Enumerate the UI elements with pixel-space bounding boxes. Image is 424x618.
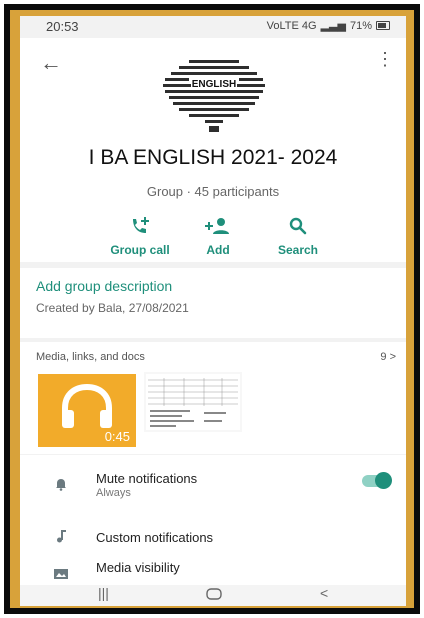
mute-notifications-row[interactable]: Mute notifications Always bbox=[20, 469, 406, 503]
group-call-label: Group call bbox=[110, 243, 170, 257]
group-title: I BA ENGLISH 2021- 2024 bbox=[88, 146, 338, 169]
person-add-icon bbox=[178, 214, 258, 238]
image-icon bbox=[54, 569, 68, 579]
status-bar: 20:53 VoLTE 4G ▂▃▅ 71% bbox=[20, 16, 406, 38]
custom-notifications-row[interactable]: Custom notifications bbox=[20, 521, 406, 555]
group-participants: Group · 45 participants bbox=[146, 184, 280, 199]
action-row: Group call Add Search bbox=[20, 214, 406, 258]
battery-percent: 71% bbox=[349, 19, 372, 32]
svg-text:ENGLISH: ENGLISH bbox=[192, 79, 236, 90]
mute-toggle[interactable] bbox=[362, 472, 392, 489]
add-participant-button[interactable]: Add bbox=[178, 214, 258, 257]
description-section: Add group description Created by Bala, 2… bbox=[20, 268, 406, 338]
document-thumbnail[interactable] bbox=[144, 372, 242, 432]
media-count[interactable]: 9 > bbox=[380, 351, 396, 363]
system-navbar: ||| < bbox=[20, 585, 406, 606]
created-by-text: Created by Bala, 27/08/2021 bbox=[36, 301, 189, 315]
recent-apps-icon[interactable]: ||| bbox=[98, 585, 109, 601]
media-header: Media, links, and docs bbox=[36, 351, 145, 363]
music-note-icon bbox=[57, 530, 66, 543]
more-options-icon[interactable]: ⋮ bbox=[376, 50, 394, 68]
add-description-link[interactable]: Add group description bbox=[36, 278, 172, 294]
mute-label: Mute notifications bbox=[96, 471, 198, 486]
notification-settings: Mute notifications Always Custom notific… bbox=[20, 455, 406, 585]
media-visibility-label: Media visibility bbox=[96, 560, 180, 575]
battery-icon bbox=[376, 21, 390, 30]
home-button-icon[interactable] bbox=[206, 585, 222, 603]
signal-text: VoLTE 4G bbox=[266, 19, 317, 32]
document-preview bbox=[146, 374, 240, 430]
mute-value: Always bbox=[96, 487, 131, 499]
search-button[interactable]: Search bbox=[258, 214, 338, 257]
group-header: ← ⋮ ENGLISH I BA ENGLISH 2021- 2024 Grou… bbox=[20, 38, 406, 262]
signal-icon: ▂▃▅ bbox=[320, 20, 346, 32]
headphones-icon bbox=[62, 383, 112, 428]
search-icon bbox=[258, 214, 338, 238]
audio-duration: 0:45 bbox=[104, 429, 130, 444]
phone-add-icon bbox=[100, 214, 180, 238]
custom-notifications-label: Custom notifications bbox=[96, 530, 214, 545]
group-call-button[interactable]: Group call bbox=[100, 214, 180, 257]
status-time: 20:53 bbox=[46, 19, 79, 34]
status-indicators: VoLTE 4G ▂▃▅ 71% bbox=[267, 19, 390, 32]
phone-screen: 20:53 VoLTE 4G ▂▃▅ 71% ← ⋮ ENGLISH I BA … bbox=[20, 16, 406, 606]
group-avatar[interactable]: ENGLISH bbox=[159, 54, 269, 134]
bell-icon bbox=[56, 479, 66, 491]
back-arrow-icon[interactable]: ← bbox=[40, 52, 62, 74]
media-section[interactable]: Media, links, and docs 9 > 0:45 bbox=[20, 342, 406, 454]
search-label: Search bbox=[277, 243, 319, 257]
back-nav-icon[interactable]: < bbox=[320, 585, 328, 601]
add-label: Add bbox=[206, 243, 230, 257]
audio-thumbnail[interactable]: 0:45 bbox=[38, 374, 136, 447]
